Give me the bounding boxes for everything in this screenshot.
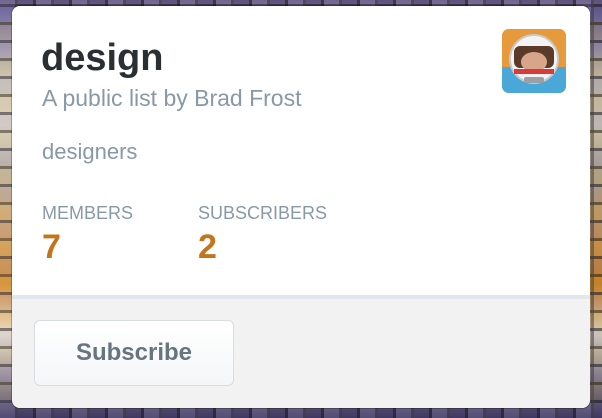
subscribe-button[interactable]: Subscribe — [34, 320, 234, 386]
astronaut-helmet-icon — [502, 29, 566, 93]
owner-avatar[interactable] — [502, 29, 566, 93]
list-card-header: design A public list by Brad Frost desig… — [12, 6, 590, 296]
list-card-footer: Subscribe — [12, 299, 590, 408]
members-stat[interactable]: MEMBERS 7 — [42, 202, 133, 266]
list-card: design A public list by Brad Frost desig… — [12, 6, 590, 408]
subscribers-label: SUBSCRIBERS — [198, 203, 328, 223]
members-count: 7 — [42, 228, 61, 266]
list-byline[interactable]: A public list by Brad Frost — [42, 84, 302, 112]
list-description: designers — [42, 139, 138, 164]
subscribers-count: 2 — [198, 228, 217, 266]
members-label: MEMBERS — [42, 203, 134, 223]
subscribers-stat[interactable]: SUBSCRIBERS 2 — [198, 202, 327, 266]
list-title[interactable]: design — [41, 38, 163, 78]
